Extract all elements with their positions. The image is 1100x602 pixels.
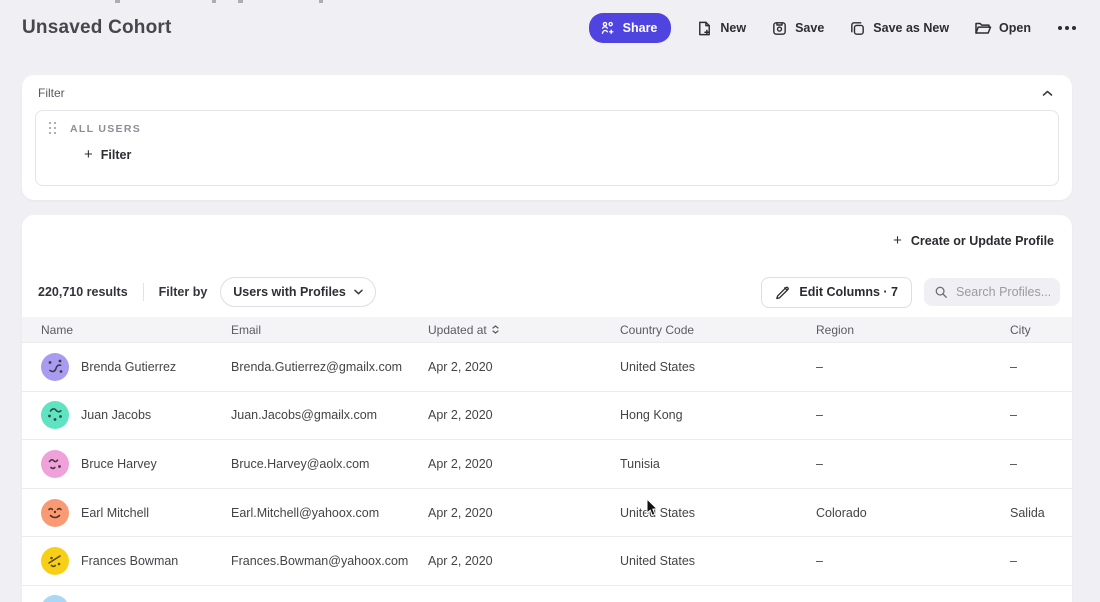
- save-as-new-copy-icon: [849, 20, 866, 37]
- clipped-text-remnant: [319, 0, 323, 3]
- share-button-label: Share: [623, 21, 658, 35]
- avatar: [41, 547, 69, 575]
- sort-icon[interactable]: [492, 325, 499, 334]
- create-or-update-profile-label: Create or Update Profile: [911, 234, 1054, 248]
- profile-city: –: [1010, 408, 1072, 422]
- column-header-region[interactable]: Region: [816, 323, 1010, 337]
- profile-country-code: United States: [620, 554, 816, 568]
- profiles-search[interactable]: [924, 278, 1060, 306]
- column-header-city[interactable]: City: [1010, 323, 1072, 337]
- save-button-label: Save: [795, 21, 824, 35]
- chevron-down-icon: [354, 289, 363, 295]
- profile-country-code: United States: [620, 506, 816, 520]
- profile-updated-at: Apr 2, 2020: [428, 408, 620, 422]
- column-header-email[interactable]: Email: [231, 323, 428, 337]
- profile-country-code: Hong Kong: [620, 408, 816, 422]
- new-button-label: New: [720, 21, 746, 35]
- profile-region: –: [816, 360, 1010, 374]
- results-toolbar: 220,710 results Filter by Users with Pro…: [22, 267, 1072, 317]
- avatar: [41, 595, 69, 602]
- plus-icon: +: [84, 150, 93, 160]
- filter-panel: Filter ALL USERS + Filter: [22, 75, 1072, 200]
- clipped-text-remnant: [115, 0, 120, 3]
- profile-updated-at: Apr 2, 2020: [428, 457, 620, 471]
- results-panel: + Create or Update Profile 220,710 resul…: [22, 215, 1072, 602]
- share-button[interactable]: Share: [589, 13, 672, 43]
- new-document-icon: [696, 20, 713, 37]
- edit-columns-button[interactable]: Edit Columns · 7: [761, 277, 912, 308]
- profile-region: –: [816, 457, 1010, 471]
- table-row[interactable]: Brenda Gutierrez Brenda.Gutierrez@gmailx…: [22, 342, 1072, 391]
- profile-region: –: [816, 554, 1010, 568]
- avatar: [41, 499, 69, 527]
- pencil-icon: [775, 285, 790, 300]
- profiles-type-dropdown[interactable]: Users with Profiles: [220, 277, 376, 307]
- new-button[interactable]: New: [696, 20, 746, 37]
- page-title: Unsaved Cohort: [22, 17, 172, 39]
- column-header-name[interactable]: Name: [41, 323, 231, 337]
- open-button[interactable]: Open: [974, 19, 1031, 37]
- profile-updated-at: Apr 2, 2020: [428, 360, 620, 374]
- profile-city: –: [1010, 554, 1072, 568]
- profile-email: Juan.Jacobs@gmailx.com: [231, 408, 428, 422]
- profile-updated-at: Apr 2, 2020: [428, 506, 620, 520]
- table-header-row: Name Email Updated at Country Code Regio…: [22, 317, 1072, 342]
- table-row[interactable]: Juan Jacobs Juan.Jacobs@gmailx.com Apr 2…: [22, 391, 1072, 440]
- profile-name[interactable]: Bruce Harvey: [81, 457, 157, 471]
- column-header-country-code[interactable]: Country Code: [620, 323, 816, 337]
- profile-email: Brenda.Gutierrez@gmailx.com: [231, 360, 428, 374]
- add-filter-button[interactable]: + Filter: [84, 148, 131, 162]
- profile-city: Salida: [1010, 506, 1072, 520]
- header-actions: Share New Save: [589, 13, 1078, 43]
- filter-by-label: Filter by: [159, 285, 208, 299]
- save-button[interactable]: Save: [771, 20, 824, 37]
- profile-country-code: United States: [620, 360, 816, 374]
- page-header: Unsaved Cohort Share New: [22, 13, 1078, 43]
- save-as-new-button-label: Save as New: [873, 21, 949, 35]
- plus-icon: +: [893, 236, 902, 246]
- profile-region: Colorado: [816, 506, 1010, 520]
- search-input[interactable]: [956, 285, 1050, 299]
- profile-email: Bruce.Harvey@aolx.com: [231, 457, 428, 471]
- profile-name[interactable]: Earl Mitchell: [81, 506, 149, 520]
- divider: [143, 283, 144, 301]
- column-header-updated-at[interactable]: Updated at: [428, 323, 620, 337]
- overflow-menu-button[interactable]: [1056, 22, 1078, 34]
- drag-handle-icon[interactable]: [49, 122, 57, 135]
- profile-name[interactable]: Brenda Gutierrez: [81, 360, 176, 374]
- share-people-icon: [600, 20, 616, 36]
- search-icon: [934, 285, 948, 299]
- all-users-label: ALL USERS: [70, 123, 141, 135]
- profile-city: –: [1010, 457, 1072, 471]
- profiles-type-value: Users with Profiles: [233, 285, 346, 299]
- profile-region: –: [816, 408, 1010, 422]
- open-folder-icon: [974, 19, 992, 37]
- profile-country-code: Tunisia: [620, 457, 816, 471]
- avatar: [41, 401, 69, 429]
- clipped-text-remnant: [238, 0, 243, 3]
- chevron-up-icon[interactable]: [1040, 88, 1055, 99]
- open-button-label: Open: [999, 21, 1031, 35]
- edit-columns-label: Edit Columns · 7: [799, 285, 898, 299]
- add-filter-label: Filter: [101, 148, 132, 162]
- table-row[interactable]: Frances Bowman Frances.Bowman@yahoox.com…: [22, 536, 1072, 585]
- save-icon: [771, 20, 788, 37]
- filter-panel-title: Filter: [38, 86, 65, 100]
- avatar: [41, 353, 69, 381]
- table-row[interactable]: Bruce Harvey Bruce.Harvey@aolx.com Apr 2…: [22, 439, 1072, 488]
- avatar: [41, 450, 69, 478]
- profile-email: Frances.Bowman@yahoox.com: [231, 554, 428, 568]
- profile-name[interactable]: Frances Bowman: [81, 554, 178, 568]
- profile-city: –: [1010, 360, 1072, 374]
- table-row[interactable]: Earl Mitchell Earl.Mitchell@yahoox.com A…: [22, 488, 1072, 537]
- create-or-update-profile-button[interactable]: + Create or Update Profile: [893, 234, 1054, 248]
- filter-group: ALL USERS + Filter: [35, 110, 1059, 186]
- profile-name[interactable]: Juan Jacobs: [81, 408, 151, 422]
- results-count: 220,710 results: [38, 285, 128, 299]
- clipped-text-remnant: [212, 0, 216, 3]
- profile-updated-at: Apr 2, 2020: [428, 554, 620, 568]
- table-row[interactable]: [22, 585, 1072, 602]
- save-as-new-button[interactable]: Save as New: [849, 20, 949, 37]
- profile-email: Earl.Mitchell@yahoox.com: [231, 506, 428, 520]
